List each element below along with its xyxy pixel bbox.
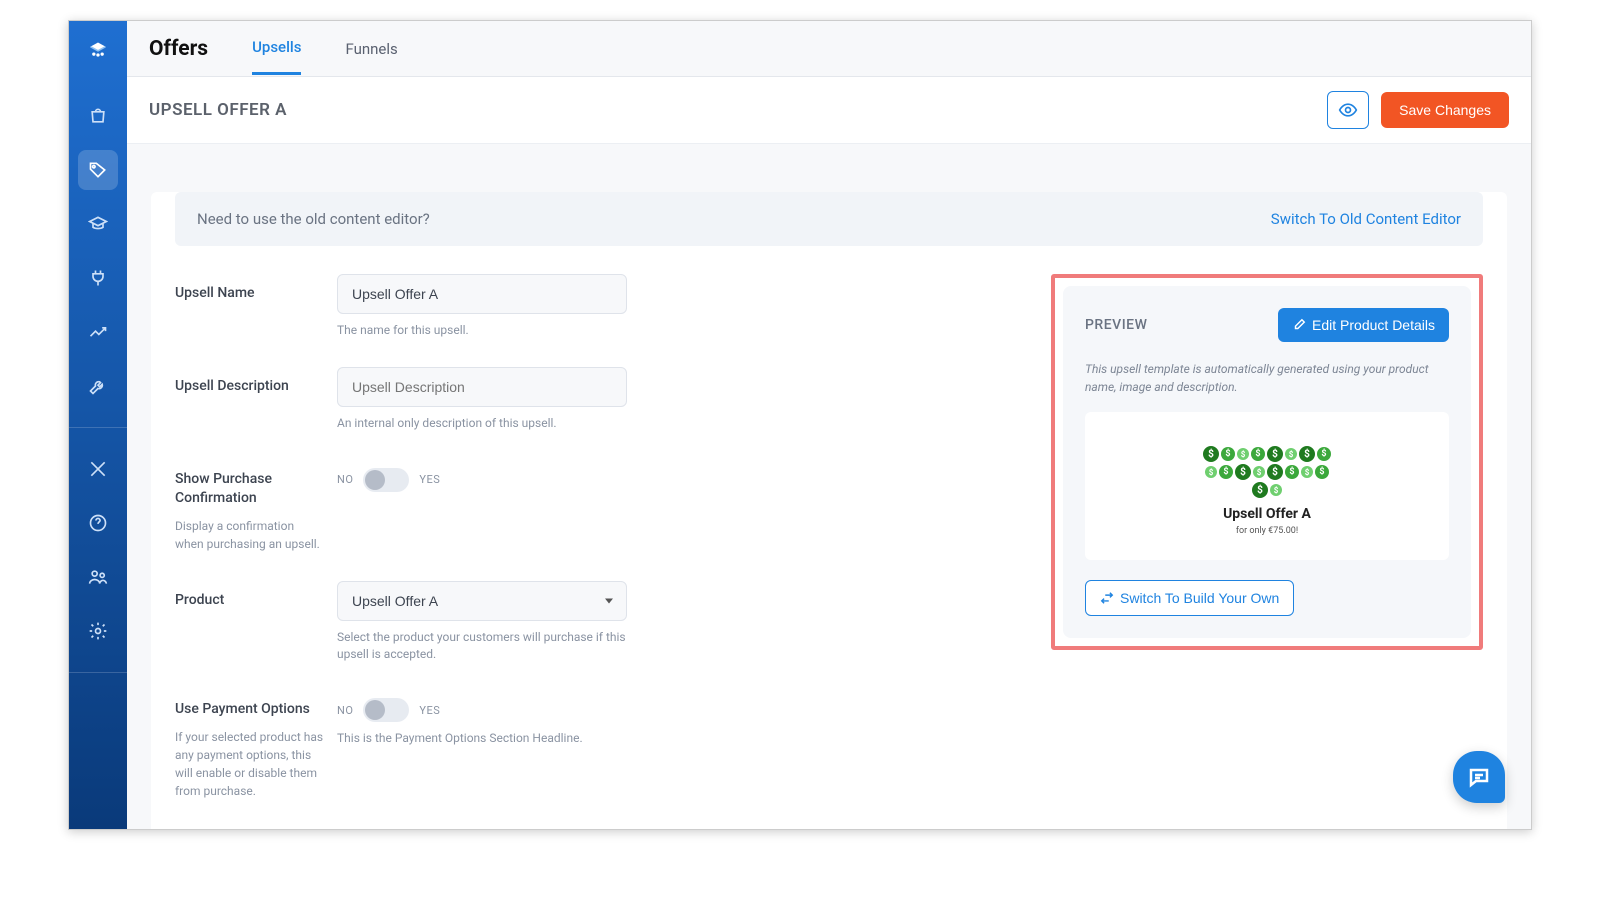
sidebar-item-users[interactable] [78,557,118,597]
help-product: Select the product your customers will p… [337,629,627,663]
toggle-yes-label-2: YES [419,704,440,717]
chat-fab-button[interactable] [1453,751,1505,803]
sidebar-item-analytics[interactable] [78,312,118,352]
sidebar-item-offers[interactable] [78,150,118,190]
toggle-yes-label: YES [419,473,440,486]
top-tabs: Offers Upsells Funnels [127,21,1531,77]
show-confirmation-toggle[interactable] [363,468,409,492]
sidebar-item-settings[interactable] [78,611,118,651]
section-title: Offers [149,37,208,61]
preview-heading: PREVIEW [1085,317,1147,333]
label-product: Product [175,581,325,611]
save-changes-button[interactable]: Save Changes [1381,92,1509,128]
preview-card: $$$$$$$$$$$$$$$$$$ Upsell Offer A for on… [1085,412,1449,560]
sidebar-item-plug[interactable] [78,258,118,298]
sidebar-item-extra1[interactable] [78,449,118,489]
preview-card-title: Upsell Offer A [1103,506,1431,522]
app-logo [81,33,115,67]
preview-eye-button[interactable] [1327,91,1369,129]
label-show-confirmation: Show Purchase Confirmation Display a con… [175,460,325,553]
upsell-name-input[interactable] [337,274,627,314]
switch-old-editor-link[interactable]: Switch To Old Content Editor [1271,210,1461,228]
product-select[interactable]: Upsell Offer A [337,581,627,621]
notice-text: Need to use the old content editor? [197,210,430,228]
sidebar-item-tools[interactable] [78,366,118,406]
edit-product-details-button[interactable]: Edit Product Details [1278,308,1449,342]
help-upsell-name: The name for this upsell. [337,322,627,339]
label-payment-options: Use Payment Options If your selected pro… [175,690,325,800]
switch-build-own-button[interactable]: Switch To Build Your Own [1085,580,1294,616]
sidebar-item-help[interactable] [78,503,118,543]
notice-bar: Need to use the old content editor? Swit… [175,192,1483,246]
sidebar-divider [69,427,127,428]
help-upsell-description: An internal only description of this ups… [337,415,627,432]
money-cluster-icon: $$$$$$$$$$$$$$$$$$ [1197,446,1337,492]
preview-description: This upsell template is automatically ge… [1085,360,1449,396]
help-payment-options: This is the Payment Options Section Head… [337,730,627,747]
tab-funnels[interactable]: Funnels [345,24,397,74]
sidebar-item-education[interactable] [78,204,118,244]
preview-panel: PREVIEW Edit Product Details This upsell… [1051,274,1483,650]
payment-options-toggle[interactable] [363,698,409,722]
page-title: UPSELL OFFER A [149,100,287,120]
sidebar [69,21,127,829]
upsell-description-input[interactable] [337,367,627,407]
page-header: UPSELL OFFER A Save Changes [127,77,1531,144]
label-upsell-description: Upsell Description [175,367,325,397]
sidebar-item-shopping[interactable] [78,96,118,136]
toggle-no-label-2: NO [337,704,353,717]
sidebar-divider-2 [69,672,127,673]
tab-upsells[interactable]: Upsells [252,22,301,75]
label-upsell-name: Upsell Name [175,274,325,304]
preview-card-sub: for only €75.00! [1103,526,1431,536]
toggle-no-label: NO [337,473,353,486]
